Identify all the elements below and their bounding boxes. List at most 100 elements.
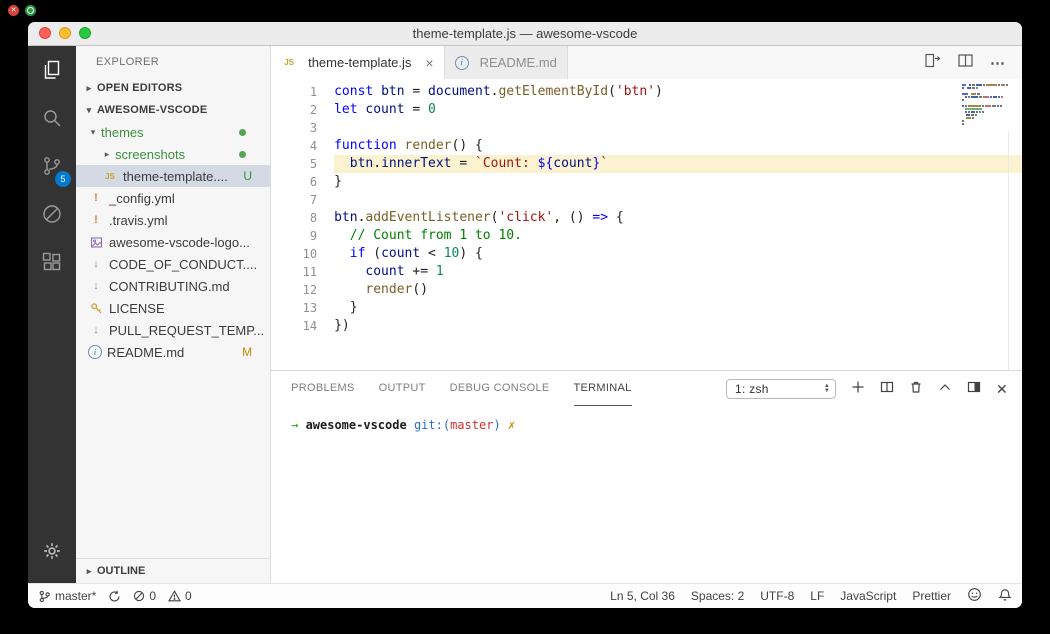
tree-item-code-of-conduct[interactable]: ↓ CODE_OF_CONDUCT.... xyxy=(76,253,270,275)
panel-tab-terminal[interactable]: TERMINAL xyxy=(573,371,632,406)
code-line: 6} xyxy=(271,173,1022,191)
code-token: btn xyxy=(381,84,405,99)
editor-tab-theme-template-js[interactable]: JS theme-template.js × xyxy=(271,46,445,79)
tree-item-label: _config.yml xyxy=(109,190,175,206)
chevron-right-icon: ▸ xyxy=(104,148,110,159)
code-text[interactable]: count += 1 xyxy=(334,263,1022,281)
status-item-utf-8[interactable]: UTF-8 xyxy=(760,589,794,603)
editor-actions: ⋯ xyxy=(924,46,1022,79)
panel-tab-debug-console[interactable]: DEBUG CONSOLE xyxy=(450,371,550,406)
minimap[interactable] xyxy=(962,84,1010,125)
panel-tab-output[interactable]: OUTPUT xyxy=(379,371,426,406)
tree-item-readme-md[interactable]: i README.md M xyxy=(76,341,270,363)
tab-label: README.md xyxy=(479,55,557,70)
code-text[interactable]: const btn = document.getElementById('btn… xyxy=(334,83,1022,101)
minimap-line xyxy=(962,117,1010,119)
code-text[interactable]: function render() { xyxy=(334,137,1022,155)
minimap-line xyxy=(962,120,1010,122)
toggle-panel-layout-icon[interactable] xyxy=(967,380,981,397)
zoom-window-button[interactable] xyxy=(79,27,91,39)
maximize-panel-chevron-icon[interactable] xyxy=(938,380,952,397)
workspace-root-header[interactable]: ▾ AWESOME-VSCODE xyxy=(76,99,270,121)
code-token: . xyxy=(373,156,382,171)
code-text[interactable]: if (count < 10) { xyxy=(334,245,1022,263)
code-token: btn xyxy=(349,156,374,171)
kill-terminal-trash-icon[interactable] xyxy=(909,380,923,397)
tree-item-awesome-vscode-logo[interactable]: awesome-vscode-logo... xyxy=(76,231,270,253)
branch-status-item[interactable]: master* xyxy=(38,589,96,603)
open-changes-icon[interactable] xyxy=(924,52,941,74)
code-editor[interactable]: 1 const btn = document.getElementById('bt… xyxy=(271,79,1022,370)
code-text[interactable]: let count = 0 xyxy=(334,101,1022,119)
status-item-lf[interactable]: LF xyxy=(810,589,824,603)
code-text[interactable]: } xyxy=(334,299,1022,317)
terminal[interactable]: → awesome-vscode git:(master) ✗ xyxy=(271,406,1022,583)
code-token: getElementById xyxy=(498,84,609,99)
shell-selector[interactable]: 1: zsh ▲ ▼ xyxy=(725,378,836,399)
code-token: document xyxy=(428,84,491,99)
code-token: () { xyxy=(451,138,483,153)
editor-tab-readme-md[interactable]: i README.md xyxy=(444,46,568,79)
explorer-icon[interactable] xyxy=(28,46,76,94)
more-actions-icon[interactable]: ⋯ xyxy=(990,54,1006,72)
code-text[interactable]: btn.innerText = `Count: ${count}` xyxy=(334,155,1022,173)
line-number: 3 xyxy=(309,121,318,135)
tree-item-theme-template[interactable]: JS theme-template.... U xyxy=(76,165,271,187)
code-text[interactable]: } xyxy=(334,173,1022,191)
info-file-icon: i xyxy=(88,345,102,359)
code-token: ( xyxy=(608,84,616,99)
line-number: 11 xyxy=(302,265,318,279)
code-token: { xyxy=(608,210,624,225)
outline-header[interactable]: ▸ OUTLINE xyxy=(76,558,271,583)
code-text[interactable]: // Count from 1 to 10. xyxy=(334,227,1022,245)
extensions-icon[interactable] xyxy=(28,238,76,286)
tree-item-license[interactable]: LICENSE xyxy=(76,297,270,319)
terminal-prompt-line: → awesome-vscode git:(master) ✗ xyxy=(291,418,1002,432)
notifications-bell-icon[interactable] xyxy=(998,588,1012,605)
source-control-icon[interactable]: 5 xyxy=(28,142,76,190)
minimize-window-button[interactable] xyxy=(59,27,71,39)
tree-item-config-yml[interactable]: ! _config.yml xyxy=(76,187,270,209)
feedback-smiley-icon[interactable] xyxy=(967,587,982,605)
status-item-javascript[interactable]: JavaScript xyxy=(840,589,896,603)
tree-item-contributing-md[interactable]: ↓ CONTRIBUTING.md xyxy=(76,275,270,297)
split-terminal-icon[interactable] xyxy=(880,380,894,397)
tree-item-screenshots[interactable]: ▸ screenshots xyxy=(76,143,270,165)
split-editor-icon[interactable] xyxy=(957,52,974,74)
code-text[interactable]: render() xyxy=(334,281,1022,299)
tree-item-label: theme-template.... xyxy=(123,168,228,184)
status-item-prettier[interactable]: Prettier xyxy=(912,589,951,603)
panel-tab-problems[interactable]: PROBLEMS xyxy=(291,371,355,406)
settings-gear-icon[interactable] xyxy=(28,527,76,575)
tree-item-themes[interactable]: ▾ themes xyxy=(76,121,270,143)
code-token: count xyxy=(381,246,421,261)
status-item-spaces-2[interactable]: Spaces: 2 xyxy=(691,589,744,603)
warnings-status-item[interactable]: 0 xyxy=(168,589,192,603)
code-line: 11 count += 1 xyxy=(271,263,1022,281)
markdown-file-icon: ↓ xyxy=(93,258,99,270)
editor-group: JS theme-template.js × i README.md ⋯ 1 const … xyxy=(271,46,1022,583)
tree-item-travis-yml[interactable]: ! .travis.yml xyxy=(76,209,270,231)
search-icon[interactable] xyxy=(28,94,76,142)
warnings-count: 0 xyxy=(185,589,192,603)
code-text[interactable] xyxy=(334,119,1022,137)
chevron-down-icon: ▾ xyxy=(86,104,92,115)
code-text[interactable] xyxy=(334,191,1022,209)
close-panel-icon[interactable]: ✕ xyxy=(996,382,1008,396)
code-text[interactable]: btn.addEventListener('click', () => { xyxy=(334,209,1022,227)
status-item-ln-5-col-36[interactable]: Ln 5, Col 36 xyxy=(610,589,675,603)
close-window-button[interactable] xyxy=(39,27,51,39)
errors-status-item[interactable]: 0 xyxy=(133,589,156,603)
sync-status-item[interactable] xyxy=(108,590,121,603)
tree-item-pull-request-temp[interactable]: ↓ PULL_REQUEST_TEMP... xyxy=(76,319,270,341)
code-token: ${ xyxy=(537,156,554,171)
code-token: = xyxy=(404,102,429,117)
minimap-line xyxy=(962,108,1010,110)
debug-disabled-icon[interactable] xyxy=(28,190,76,238)
open-editors-header[interactable]: ▸ OPEN EDITORS xyxy=(76,77,270,99)
code-text[interactable]: }) xyxy=(334,317,1022,335)
scrollbar-track[interactable] xyxy=(1008,131,1009,370)
close-tab-icon[interactable]: × xyxy=(425,55,433,71)
new-terminal-icon[interactable] xyxy=(851,380,865,397)
